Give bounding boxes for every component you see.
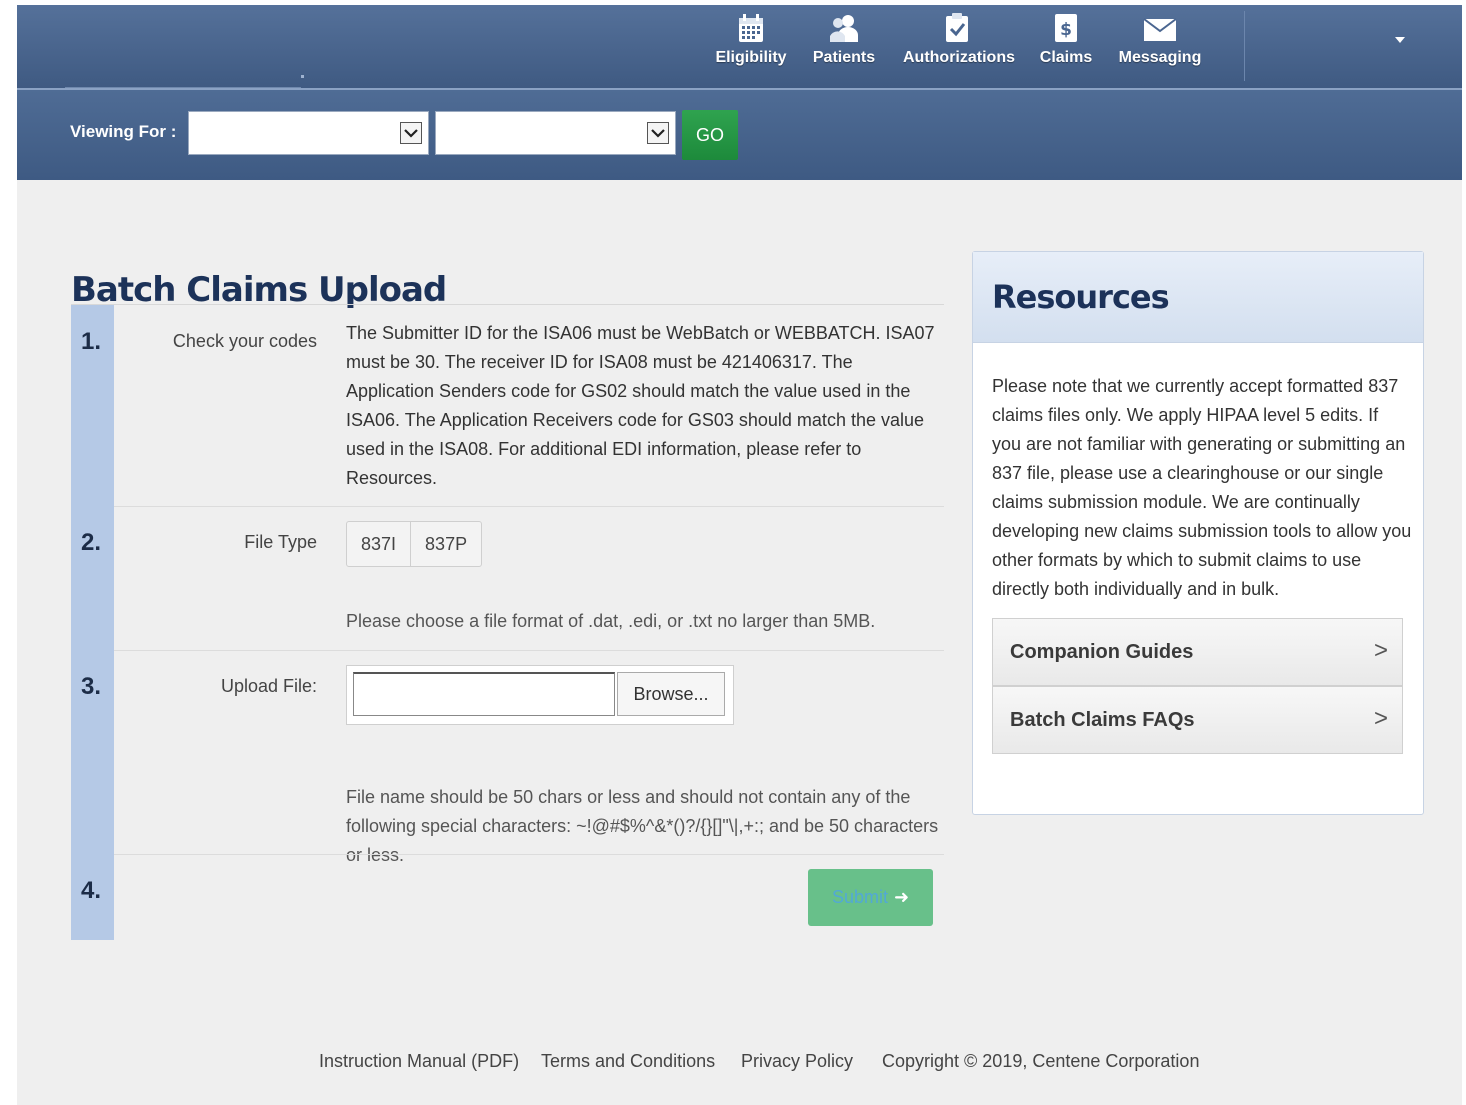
file-type-837p-button[interactable]: 837P <box>410 522 481 566</box>
envelope-icon <box>1143 18 1177 41</box>
chevron-down-icon[interactable] <box>647 122 669 144</box>
step-divider <box>114 650 944 651</box>
nav-separator <box>1244 11 1245 81</box>
step-1-label: Check your codes <box>172 331 317 351</box>
file-type-837i-button[interactable]: 837I <box>347 522 410 566</box>
page-frame: Eligibility Patients Authorizations $ Cl… <box>17 5 1462 1105</box>
logo-underline <box>65 87 301 88</box>
step-1-text: The Submitter ID for the ISA06 must be W… <box>346 323 935 488</box>
nav-messaging[interactable]: Messaging <box>1117 13 1203 83</box>
nav-patients-label: Patients <box>812 49 876 66</box>
step-1-number: 1. <box>81 328 102 355</box>
batch-claims-faqs-link[interactable]: Batch Claims FAQs > <box>992 686 1403 754</box>
nav-eligibility[interactable]: Eligibility <box>715 13 787 83</box>
viewing-for-bar: Viewing For : GO <box>17 90 1462 180</box>
submit-button[interactable]: Submit ➜ <box>808 869 933 926</box>
nav-authorizations[interactable]: Authorizations <box>903 13 1015 83</box>
submit-label: Submit <box>831 887 888 907</box>
checklist-icon <box>946 13 968 42</box>
browse-button[interactable]: Browse... <box>617 672 725 716</box>
resources-header: Resources <box>973 252 1423 343</box>
svg-text:$: $ <box>1060 20 1072 40</box>
companion-guides-label: Companion Guides <box>1010 641 1194 663</box>
nav-messaging-label: Messaging <box>1118 49 1202 66</box>
step-divider <box>114 506 944 507</box>
step-2-number: 2. <box>81 529 102 556</box>
step-3-label: Upload File: <box>220 676 317 696</box>
nav-claims[interactable]: $ Claims <box>1037 13 1095 83</box>
viewing-for-label: Viewing For : <box>70 122 177 141</box>
resources-text: Please note that we currently accept for… <box>992 376 1412 599</box>
top-nav-bar: Eligibility Patients Authorizations $ Cl… <box>17 5 1462 90</box>
step-4-number: 4. <box>81 877 102 904</box>
batch-claims-faqs-label: Batch Claims FAQs <box>1010 709 1195 731</box>
steps-sidebar <box>71 305 114 940</box>
file-type-toggle: 837I 837P <box>346 521 483 567</box>
chevron-right-icon: > <box>1373 705 1388 732</box>
title-divider <box>71 304 944 305</box>
dollar-document-icon: $ <box>1055 14 1077 42</box>
upload-file-input[interactable] <box>353 672 615 716</box>
calendar-icon <box>739 14 763 42</box>
resources-panel: Resources Please note that we currently … <box>972 251 1424 815</box>
footer-instruction-manual-link[interactable]: Instruction Manual (PDF) <box>319 1051 519 1072</box>
resources-title: Resources <box>992 278 1170 316</box>
file-name-hint: File name should be 50 chars or less and… <box>346 787 939 865</box>
step-2-label: File Type <box>244 532 317 552</box>
footer-copyright: Copyright © 2019, Centene Corporation <box>882 1051 1200 1071</box>
arrow-right-icon: ➜ <box>893 887 910 907</box>
footer-terms-link[interactable]: Terms and Conditions <box>541 1051 715 1072</box>
users-icon <box>830 15 858 42</box>
footer-privacy-link[interactable]: Privacy Policy <box>741 1051 853 1072</box>
chevron-right-icon: > <box>1373 637 1388 664</box>
step-divider <box>114 854 944 855</box>
viewing-for-select-1[interactable] <box>188 111 429 155</box>
chevron-down-icon[interactable] <box>400 122 422 144</box>
viewing-for-select-2[interactable] <box>435 111 676 155</box>
nav-patients[interactable]: Patients <box>812 13 876 83</box>
companion-guides-link[interactable]: Companion Guides > <box>992 618 1403 686</box>
logo-dot <box>301 75 304 78</box>
nav-authorizations-label: Authorizations <box>903 49 1015 66</box>
upload-control: Browse... <box>346 665 734 725</box>
file-type-hint: Please choose a file format of .dat, .ed… <box>346 611 876 631</box>
user-menu-caret-icon[interactable] <box>1395 37 1405 43</box>
go-button[interactable]: GO <box>682 110 738 160</box>
nav-claims-label: Claims <box>1039 49 1093 66</box>
nav-eligibility-label: Eligibility <box>715 49 787 66</box>
step-3-number: 3. <box>81 673 102 700</box>
